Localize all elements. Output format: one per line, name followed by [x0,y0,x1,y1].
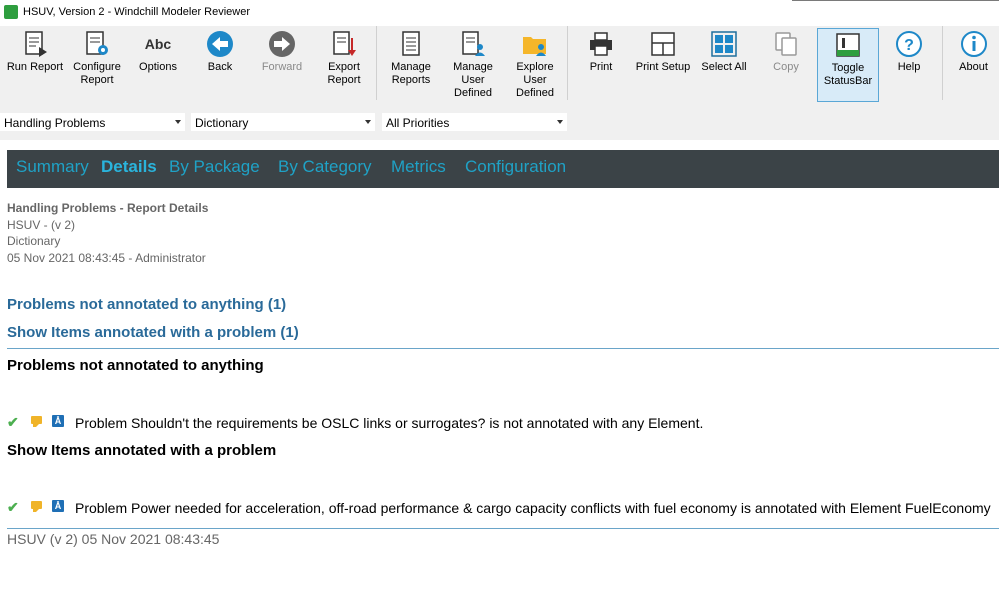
toolbar-separator [942,26,943,100]
manage-user-defined-button[interactable]: Manage User Defined [444,28,502,102]
report-nav: Summary Details By Package By Category M… [7,150,999,188]
section-heading-annotated: Show Items annotated with a problem [7,442,277,459]
tab-summary[interactable]: Summary [16,157,89,177]
about-button[interactable]: About [948,28,999,102]
chevron-down-icon [175,120,181,124]
report-heading: Handling Problems - Report Details [7,201,209,215]
forward-button[interactable]: Forward [254,28,310,102]
window-title: HSUV, Version 2 - Windchill Modeler Revi… [23,6,251,18]
export-report-icon [333,31,356,56]
svg-text:?: ? [904,37,914,54]
problem-text: Problem Power needed for acceleration, o… [75,500,991,516]
copy-icon [775,32,797,56]
title-bar: HSUV, Version 2 - Windchill Modeler Revi… [0,0,999,26]
back-arrow-icon [207,31,233,57]
select-all-icon [711,31,737,57]
run-report-button[interactable]: Run Report [4,28,66,102]
problem-icon: Å [52,500,64,512]
filter-bar: Handling Problems Dictionary All Priorit… [0,104,999,140]
configure-report-button[interactable]: Configure Report [68,28,126,102]
comment-icon [31,501,42,512]
report-model: HSUV - (v 2) [7,217,76,232]
statusbar-icon [836,33,860,57]
tab-details[interactable]: Details [101,157,157,177]
divider [7,348,999,349]
run-report-icon [25,31,47,57]
toolbar-separator [567,26,568,100]
problem-text: Problem Shouldn't the requirements be OS… [75,415,704,431]
tab-configuration[interactable]: Configuration [465,157,566,177]
titlebar-accent-line [792,0,999,1]
priority-dropdown[interactable]: All Priorities [382,113,567,131]
report-content: Handling Problems - Report Details HSUV … [7,200,999,547]
divider [7,528,999,529]
printer-icon [590,32,612,56]
report-dictionary: Dictionary [7,234,61,248]
abc-options-icon: Abc [144,36,172,52]
dictionary-dropdown[interactable]: Dictionary [191,113,375,131]
problem-icon: Å [52,415,64,427]
manage-reports-icon [402,31,420,56]
check-icon: ✔ [7,499,19,515]
tab-metrics[interactable]: Metrics [391,157,446,177]
print-setup-icon [651,32,675,56]
link-items-annotated[interactable]: Show Items annotated with a problem (1) [7,324,299,341]
configure-report-icon [86,31,108,55]
report-footer: HSUV (v 2) 05 Nov 2021 08:43:45 [7,531,220,547]
tab-by-category[interactable]: By Category [278,157,372,177]
comment-icon [31,416,42,427]
report-dropdown[interactable]: Handling Problems [0,113,185,131]
options-button[interactable]: Abc Options [130,28,186,102]
folder-user-icon [523,37,546,56]
toolbar: Run Report Configure Report Abc Options … [0,26,999,104]
check-icon: ✔ [7,414,19,430]
select-all-button[interactable]: Select All [696,28,752,102]
toolbar-separator [376,26,377,100]
report-timestamp: 05 Nov 2021 08:43:45 - Administrator [7,250,206,265]
info-icon [960,31,987,57]
tab-by-package[interactable]: By Package [169,157,260,177]
explore-user-defined-button[interactable]: Explore User Defined [504,28,566,102]
print-button[interactable]: Print [573,28,629,102]
manage-reports-button[interactable]: Manage Reports [382,28,440,102]
help-icon: ? [896,31,922,57]
forward-arrow-icon [269,31,295,57]
copy-button[interactable]: Copy [758,28,814,102]
print-setup-button[interactable]: Print Setup [632,28,694,102]
app-check-icon [4,5,18,19]
toggle-statusbar-button[interactable]: Toggle StatusBar [817,28,879,102]
chevron-down-icon [365,120,371,124]
section-heading-not-annotated: Problems not annotated to anything [7,357,264,374]
export-report-button[interactable]: Export Report [316,28,372,102]
help-button[interactable]: ? Help [881,28,937,102]
report-meta: Handling Problems - Report Details HSUV … [7,200,999,266]
manage-user-defined-icon [462,31,485,56]
link-problems-not-annotated[interactable]: Problems not annotated to anything (1) [7,296,286,313]
back-button[interactable]: Back [192,28,248,102]
chevron-down-icon [557,120,563,124]
